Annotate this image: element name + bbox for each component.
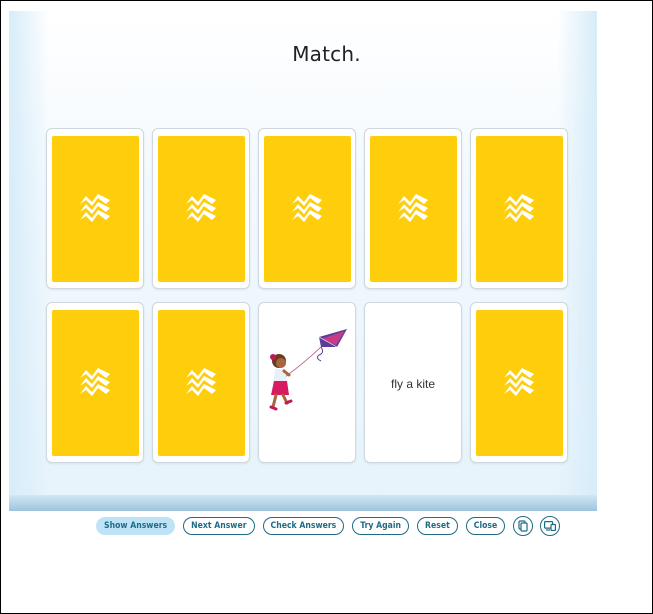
device-button[interactable] [540, 516, 561, 536]
publisher-logo-icon [398, 194, 428, 222]
publisher-logo-icon [186, 368, 216, 396]
activity-toolbar: Show Answers Next Answer Check Answers T… [96, 515, 567, 537]
copy-button[interactable] [513, 516, 534, 536]
girl-flying-kite-image [269, 329, 347, 411]
card-back [158, 136, 245, 282]
card-text: fly a kite [390, 377, 435, 391]
next-answer-button[interactable]: Next Answer [183, 517, 255, 535]
device-icon [544, 521, 557, 531]
card-back [264, 136, 351, 282]
card-back [158, 310, 245, 456]
publisher-logo-icon [292, 194, 322, 222]
card-6[interactable] [46, 302, 144, 463]
card-back [476, 310, 563, 456]
card-back [476, 136, 563, 282]
reset-button[interactable]: Reset [417, 517, 458, 535]
card-2[interactable] [152, 128, 250, 289]
card-back [52, 136, 139, 282]
card-back [52, 310, 139, 456]
try-again-button[interactable]: Try Again [352, 517, 410, 535]
card-7[interactable] [152, 302, 250, 463]
card-back [370, 136, 457, 282]
page-title: Match. [292, 42, 361, 66]
card-5[interactable] [470, 128, 568, 289]
check-answers-button[interactable]: Check Answers [262, 517, 345, 535]
copy-icon [518, 520, 528, 532]
publisher-logo-icon [504, 368, 534, 396]
panel-edge-left [9, 11, 49, 511]
card-8-kite-image[interactable] [258, 302, 356, 463]
show-answers-button[interactable]: Show Answers [96, 517, 176, 535]
close-button[interactable]: Close [465, 517, 506, 535]
card-9-text[interactable]: fly a kite [364, 302, 462, 463]
card-4[interactable] [364, 128, 462, 289]
publisher-logo-icon [186, 194, 216, 222]
card-3[interactable] [258, 128, 356, 289]
card-1[interactable] [46, 128, 144, 289]
card-10[interactable] [470, 302, 568, 463]
publisher-logo-icon [504, 194, 534, 222]
panel-shelf [9, 495, 597, 511]
publisher-logo-icon [80, 194, 110, 222]
publisher-logo-icon [80, 368, 110, 396]
